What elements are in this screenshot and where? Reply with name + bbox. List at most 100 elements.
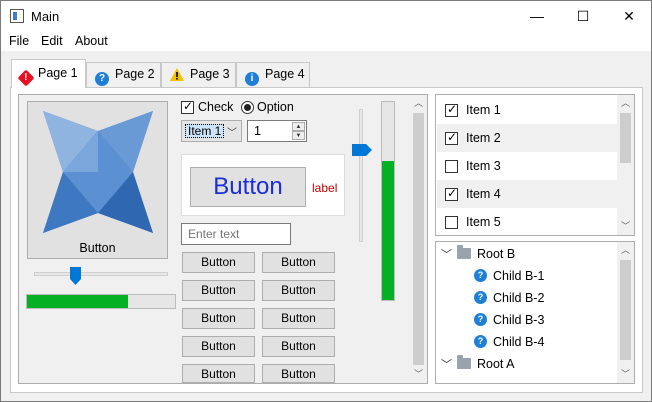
tree-item-label: Child B-4 — [493, 335, 545, 349]
list-item[interactable]: Item 4 — [437, 180, 617, 208]
app-icon — [10, 9, 24, 23]
tree-item-label: Child B-1 — [493, 269, 545, 283]
tree-item-child[interactable]: ? Child B-2 — [436, 287, 616, 309]
item-combobox[interactable]: Item 1 ﹀ — [181, 120, 242, 142]
tab-page-2[interactable]: ? Page 2 — [86, 62, 161, 87]
widgets-scrollbar[interactable]: ︿ ﹀ — [410, 95, 427, 383]
scroll-up-icon[interactable]: ︿ — [617, 242, 634, 259]
list-item-label: Item 2 — [466, 131, 501, 145]
tab-label: Page 2 — [115, 67, 155, 81]
list-scrollbar[interactable]: ︿ ﹀ — [617, 95, 634, 235]
list-item-checkbox[interactable] — [445, 160, 458, 173]
horizontal-slider-track[interactable] — [34, 272, 168, 276]
haxe-logo-icon — [43, 111, 153, 233]
tab-page-4[interactable]: i Page 4 — [236, 62, 310, 87]
list-item-label: Item 4 — [466, 187, 501, 201]
grid-button-3[interactable]: Button — [182, 280, 255, 301]
list-item[interactable]: Item 1 — [437, 96, 617, 124]
tree-item-label: Root B — [477, 247, 516, 261]
horizontal-slider-handle[interactable] — [70, 267, 81, 285]
menu-about[interactable]: About — [75, 34, 108, 48]
question-icon: ? — [474, 313, 487, 326]
option-radio[interactable] — [241, 101, 254, 114]
scrollbar-thumb[interactable] — [620, 260, 631, 360]
progress-fill — [27, 295, 128, 308]
question-icon: ? — [474, 269, 487, 282]
scroll-down-icon[interactable]: ﹀ — [617, 218, 634, 235]
tree-item-root-b[interactable]: ﹀ Root B — [436, 243, 616, 265]
grid-button-4[interactable]: Button — [262, 280, 335, 301]
info-icon: i — [245, 72, 259, 86]
combo-value: Item 1 — [185, 124, 225, 138]
tree-scrollbar[interactable]: ︿ ﹀ — [617, 242, 634, 383]
menu-file[interactable]: File — [9, 34, 29, 48]
tab-label: Page 4 — [265, 67, 305, 81]
tab-page-3[interactable]: Page 3 — [161, 62, 236, 87]
title-bar: Main — ☐ ✕ — [1, 1, 651, 31]
spin-box[interactable]: 1 ▲ ▼ — [247, 120, 307, 142]
scrollbar-thumb[interactable] — [620, 113, 631, 163]
vertical-slider-handle[interactable] — [352, 144, 372, 156]
tree-item-label: Root A — [477, 357, 515, 371]
grid-button-5[interactable]: Button — [182, 308, 255, 329]
main-window: Main — ☐ ✕ File Edit About ! Page 1 ? Page… — [0, 0, 652, 402]
grid-button-8[interactable]: Button — [262, 336, 335, 357]
horizontal-progress-bar — [26, 294, 176, 309]
tab-page-1[interactable]: ! Page 1 — [11, 59, 86, 88]
vertical-progress-fill — [382, 161, 394, 300]
spin-up-button[interactable]: ▲ — [292, 122, 305, 131]
tree-item-root-a[interactable]: ﹀ Root A — [436, 353, 616, 375]
scroll-down-icon[interactable]: ﹀ — [617, 366, 634, 383]
tree-item-child[interactable]: ? Child B-3 — [436, 309, 616, 331]
text-input[interactable] — [181, 223, 291, 245]
list-item-checkbox[interactable] — [445, 186, 458, 201]
scrollbar-thumb[interactable] — [413, 113, 424, 365]
grid-button-10[interactable]: Button — [262, 364, 335, 383]
tree-item-child[interactable]: ? Child B-4 — [436, 331, 616, 353]
question-icon: ? — [474, 291, 487, 304]
list-item[interactable]: Item 3 — [437, 152, 617, 180]
menu-edit[interactable]: Edit — [41, 34, 63, 48]
list-item-label: Item 5 — [466, 215, 501, 229]
tab-label: Page 1 — [38, 66, 78, 80]
list-item-checkbox[interactable] — [445, 130, 458, 145]
spin-down-button[interactable]: ▼ — [292, 131, 305, 140]
minimize-button[interactable]: — — [514, 1, 560, 31]
error-icon: ! — [17, 69, 35, 87]
red-label: label — [312, 181, 338, 195]
tree-view: ﹀ Root B ? Child B-1 ? Child B-2 ? Child… — [435, 241, 635, 384]
vertical-slider-track[interactable] — [359, 109, 363, 242]
scroll-up-icon[interactable]: ︿ — [617, 95, 634, 112]
check-label: Check — [198, 100, 234, 114]
list-item[interactable]: Item 2 — [437, 124, 617, 152]
list-item-checkbox[interactable] — [445, 216, 458, 229]
big-button[interactable]: Button — [190, 167, 306, 207]
tree-item-child[interactable]: ? Child B-1 — [436, 265, 616, 287]
grid-button-6[interactable]: Button — [262, 308, 335, 329]
scroll-down-icon[interactable]: ﹀ — [410, 366, 427, 383]
list-item-label: Item 1 — [466, 103, 501, 117]
list-item-label: Item 3 — [466, 159, 501, 173]
vertical-progress-bar — [381, 101, 395, 301]
chevron-down-icon[interactable]: ﹀ — [441, 246, 452, 262]
spin-value: 1 — [254, 124, 261, 138]
tree-item-label: Child B-2 — [493, 291, 545, 305]
list-item-checkbox[interactable] — [445, 102, 458, 117]
chevron-down-icon[interactable]: ﹀ — [441, 356, 452, 372]
menu-bar: File Edit About — [1, 31, 651, 51]
list-item[interactable]: Item 5 — [437, 208, 617, 235]
item-list: Item 1 Item 2 Item 3 Item 4 Item 5 ︿ ﹀ — [435, 94, 635, 236]
grid-button-1[interactable]: Button — [182, 252, 255, 273]
question-icon: ? — [95, 72, 109, 86]
maximize-button[interactable]: ☐ — [560, 1, 606, 31]
check-checkbox[interactable] — [181, 99, 194, 114]
grid-button-9[interactable]: Button — [182, 364, 255, 383]
tab-label: Page 3 — [190, 67, 230, 81]
grid-button-7[interactable]: Button — [182, 336, 255, 357]
folder-icon — [457, 245, 471, 259]
tree-item-label: Child B-3 — [493, 313, 545, 327]
scroll-up-icon[interactable]: ︿ — [410, 95, 427, 112]
close-button[interactable]: ✕ — [606, 1, 651, 31]
grid-button-2[interactable]: Button — [262, 252, 335, 273]
image-button[interactable]: Button — [27, 101, 168, 259]
